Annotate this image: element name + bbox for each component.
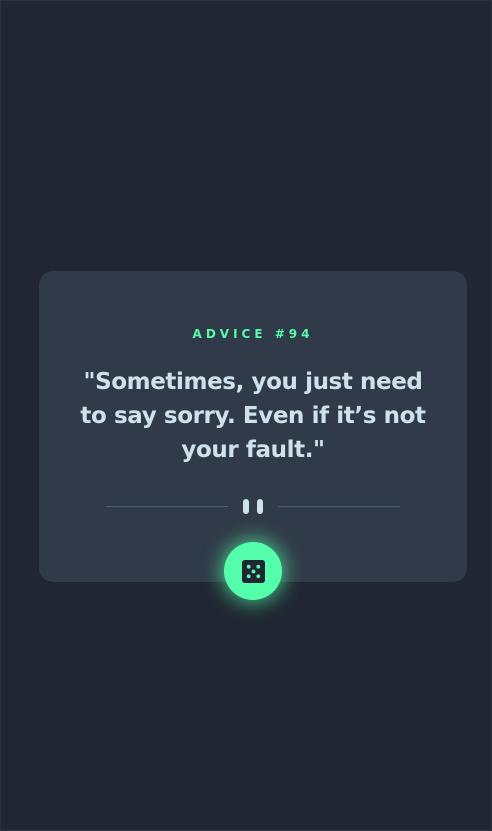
advice-id-label: ADVICE #94	[192, 327, 314, 341]
advice-quote: "Sometimes, you just need to say sorry. …	[80, 369, 426, 463]
pause-bar-right	[257, 499, 263, 514]
advice-card: ADVICE #94 "Sometimes, you just need to …	[39, 271, 467, 600]
dice-icon	[241, 559, 265, 583]
divider-line-right	[278, 506, 400, 507]
new-advice-button[interactable]	[224, 542, 282, 600]
pause-bar-left	[243, 499, 249, 514]
divider-line-left	[106, 506, 228, 507]
pattern-divider	[106, 498, 400, 514]
pause-icon	[243, 499, 263, 514]
